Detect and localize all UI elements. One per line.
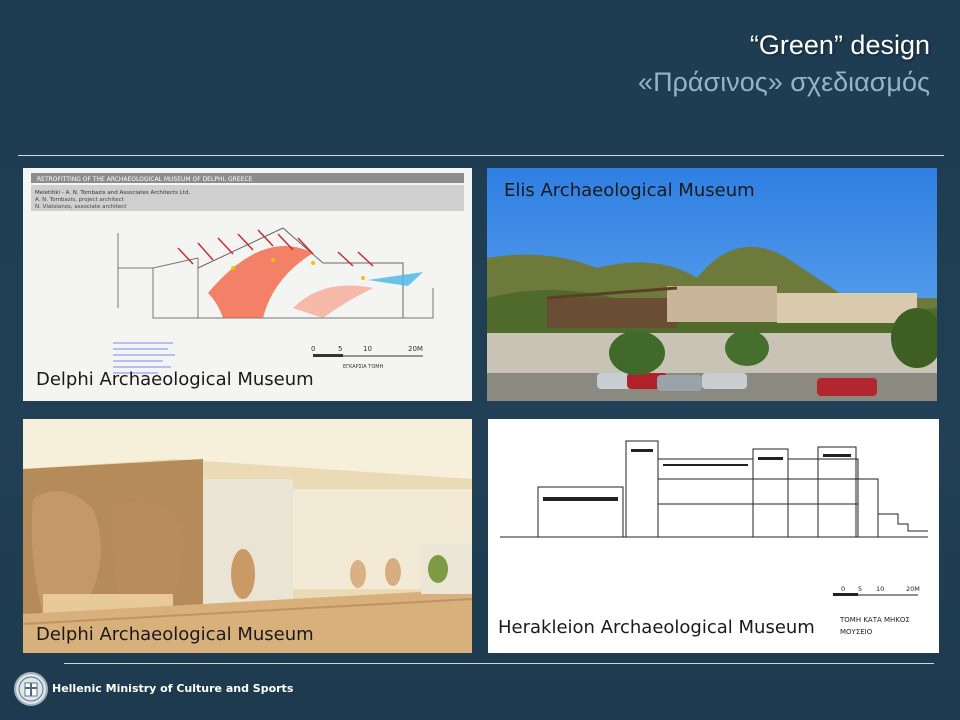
- panel-elis-photo: Elis Archaeological Museum: [487, 168, 937, 401]
- caption-delphi-drawing: Delphi Archaeological Museum: [36, 369, 314, 390]
- sheet-line-2: N. Vlatsianos, associate architect: [35, 204, 127, 210]
- svg-text:20M: 20M: [408, 345, 423, 353]
- slide-subtitle: «Πράσινος» σχεδιασμός: [638, 67, 930, 97]
- herakleion-section-label-1: ΤΟΜΗ ΚΑΤΑ ΜΗΚΟΣ: [839, 616, 910, 624]
- footer-ministry-name: Hellenic Ministry of Culture and Sports: [52, 682, 294, 695]
- delphi-section-drawing: RETROFITTING OF THE ARCHAEOLOGICAL MUSEU…: [31, 173, 464, 374]
- top-divider: [18, 155, 944, 156]
- svg-text:10: 10: [363, 345, 372, 353]
- caption-delphi-interior: Delphi Archaeological Museum: [36, 624, 314, 645]
- caption-herakleion: Herakleion Archaeological Museum: [498, 617, 815, 638]
- svg-text:5: 5: [858, 585, 862, 593]
- panel-delphi-drawing: RETROFITTING OF THE ARCHAEOLOGICAL MUSEU…: [23, 168, 472, 401]
- svg-text:0: 0: [841, 585, 845, 593]
- svg-text:0: 0: [311, 345, 315, 353]
- caption-elis: Elis Archaeological Museum: [504, 180, 755, 201]
- herakleion-scale-bar: 0 5 10 20M ΤΟΜΗ ΚΑΤΑ ΜΗΚΟΣ ΜΟΥΣΕΙΟ: [833, 585, 920, 636]
- slide-title: “Green” design: [749, 30, 930, 60]
- delphi-interior-photo: [23, 419, 472, 653]
- ministry-emblem-icon: [14, 672, 48, 706]
- herakleion-section-label-2: ΜΟΥΣΕΙΟ: [840, 628, 873, 636]
- sheet-heading: RETROFITTING OF THE ARCHAEOLOGICAL MUSEU…: [37, 176, 253, 183]
- svg-text:20M: 20M: [906, 585, 920, 593]
- delphi-section-label: ΕΓΚΑΡΣΙΑ ΤΟΜΗ: [343, 364, 384, 370]
- delphi-scale-bar: 0 5 10 20M ΕΓΚΑΡΣΙΑ ΤΟΜΗ: [311, 345, 423, 370]
- slide: “Green” design «Πράσινος» σχεδιασμός RET…: [0, 0, 960, 720]
- svg-text:5: 5: [338, 345, 342, 353]
- sheet-line-1: A. N. Tombazis, project architect: [35, 197, 125, 203]
- elis-museum-photo: [487, 168, 937, 401]
- bottom-divider: [64, 663, 934, 664]
- panel-herakleion-section: 0 5 10 20M ΤΟΜΗ ΚΑΤΑ ΜΗΚΟΣ ΜΟΥΣΕΙΟ Herak…: [488, 419, 939, 653]
- panel-delphi-interior: Delphi Archaeological Museum: [23, 419, 472, 653]
- svg-text:10: 10: [876, 585, 884, 593]
- sheet-firm: Meletitiki - A. N. Tombazis and Associat…: [35, 190, 190, 196]
